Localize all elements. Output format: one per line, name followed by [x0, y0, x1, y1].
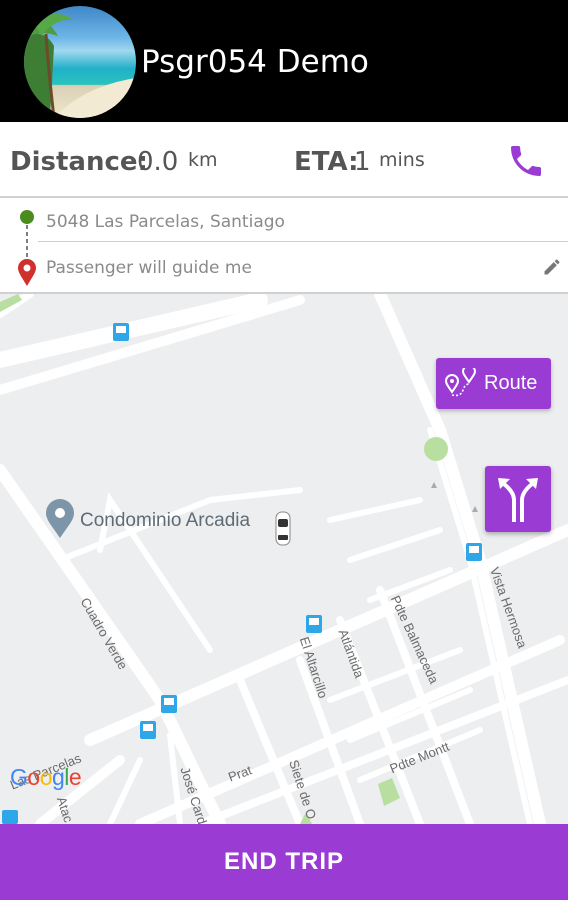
eta-value: 1 [354, 147, 371, 177]
route-pins-icon [444, 368, 477, 397]
eta-unit: mins [379, 149, 425, 171]
split-arrows-icon [498, 478, 538, 522]
end-trip-button[interactable]: END TRIP [0, 824, 568, 900]
distance-unit: km [188, 149, 218, 171]
app-header: Psgr054 Demo [0, 0, 568, 122]
divider [38, 241, 568, 242]
phone-icon[interactable] [506, 141, 546, 181]
google-logo: Google [10, 764, 82, 790]
green-dot-pin-icon [20, 210, 34, 224]
trip-address-panel: 5048 Las Parcelas, Santiago Passenger wi… [0, 198, 568, 294]
route-line-icon [18, 210, 36, 286]
dropoff-address[interactable]: Passenger will guide me [46, 258, 252, 278]
avatar-beach-photo-icon [24, 13, 136, 118]
route-button-label: Route [484, 372, 538, 394]
route-button[interactable]: Route [436, 358, 551, 409]
red-location-pin-icon [18, 259, 36, 286]
navigate-button[interactable] [485, 466, 551, 532]
distance-value: 0.0 [137, 147, 179, 177]
driver-name: Psgr054 Demo [141, 44, 369, 80]
eta-label: ETA: [294, 147, 359, 177]
pickup-address[interactable]: 5048 Las Parcelas, Santiago [46, 212, 285, 232]
poi-label[interactable]: Condominio Arcadia [80, 510, 250, 532]
car-marker-icon [275, 511, 291, 546]
distance-label: Distance: [10, 147, 148, 177]
pencil-icon[interactable] [542, 257, 562, 277]
trip-stats-bar: Distance: 0.0 km ETA: 1 mins [0, 122, 568, 198]
avatar[interactable] [24, 6, 136, 118]
